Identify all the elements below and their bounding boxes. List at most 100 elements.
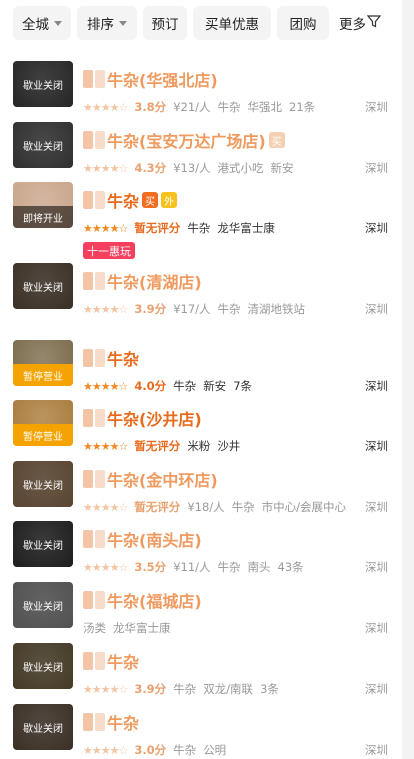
filter-chip-label: 排序 bbox=[87, 17, 114, 33]
list-item[interactable]: 歇业关闭 牛杂(华强北店) ★★★★☆ 3.8分 ¥21/人 牛杂 华强北 21条 深圳 bbox=[0, 61, 402, 121]
scrollbar[interactable] bbox=[402, 0, 414, 759]
blurred-name bbox=[83, 713, 93, 731]
price: ¥21/人 bbox=[173, 100, 211, 114]
store-thumbnail: 暂停营业 bbox=[13, 340, 73, 386]
chevron-down-icon bbox=[119, 20, 127, 26]
area: 华强北 bbox=[247, 100, 283, 114]
more-filters-label: 更多 bbox=[339, 17, 366, 33]
status-badge: 暂停营业 bbox=[13, 364, 73, 386]
area: 龙华富士康 bbox=[217, 221, 275, 235]
status-badge: 即将开业 bbox=[13, 206, 73, 228]
category: 牛杂 bbox=[173, 743, 197, 757]
blurred-name bbox=[95, 349, 105, 367]
list-item[interactable]: 歇业关闭 牛杂(福城店) 汤类 龙华富士康 深圳 bbox=[0, 582, 402, 642]
store-name: 牛杂(金中环店) bbox=[83, 467, 218, 491]
list-item[interactable]: 即将开业 牛杂买外 ★★★★☆ 暂无评分 牛杂 龙华富士康 深圳 十一惠玩 bbox=[0, 182, 402, 259]
status-badge: 歇业关闭 bbox=[13, 704, 73, 750]
store-name-text: 牛杂(华强北店) bbox=[107, 71, 218, 90]
blurred-name bbox=[95, 530, 105, 548]
review-count: 3条 bbox=[260, 682, 279, 696]
store-thumbnail: 歇业关闭 bbox=[13, 521, 73, 567]
store-meta: ★★★★☆ 3.0分 牛杂 公明 bbox=[83, 742, 226, 758]
status-badge: 歇业关闭 bbox=[13, 521, 73, 567]
filter-chip[interactable]: 排序 bbox=[77, 6, 137, 40]
list-item[interactable]: 暂停营业 牛杂 ★★★★☆ 4.0分 牛杂 新安 7条 深圳 bbox=[0, 340, 402, 400]
promo-badge[interactable]: 十一惠玩 bbox=[83, 242, 135, 259]
blurred-name bbox=[95, 409, 105, 427]
filter-chip[interactable]: 团购 bbox=[277, 6, 329, 40]
more-filters-button[interactable]: 更多 bbox=[339, 13, 382, 33]
store-name: 牛杂(沙井店) bbox=[83, 406, 202, 430]
list-item[interactable]: 歇业关闭 牛杂 ★★★★☆ 3.0分 牛杂 公明 深圳 bbox=[0, 704, 402, 759]
list-item[interactable]: 歇业关闭 牛杂(金中环店) ★★★★☆ 暂无评分 ¥18/人 牛杂 市中心/会展中心 深圳 bbox=[0, 461, 402, 521]
store-tag: 买 bbox=[142, 192, 159, 208]
status-badge: 暂停营业 bbox=[13, 424, 73, 446]
rating-score: 3.0分 bbox=[134, 743, 167, 757]
status-badge: 歇业关闭 bbox=[13, 122, 73, 168]
list-item[interactable]: 歇业关闭 牛杂 ★★★★☆ 3.9分 牛杂 双龙/南联 3条 深圳 bbox=[0, 643, 402, 703]
list-item[interactable]: 歇业关闭 牛杂(南头店) ★★★★☆ 3.5分 ¥11/人 牛杂 南头 43条 深圳 bbox=[0, 521, 402, 581]
rating-score: 4.0分 bbox=[134, 379, 167, 393]
rating-stars: ★★★★☆ bbox=[83, 682, 128, 696]
area: 清湖地铁站 bbox=[247, 302, 306, 316]
store-thumbnail: 歇业关闭 bbox=[13, 461, 73, 507]
store-name-text: 牛杂 bbox=[107, 350, 140, 369]
category: 牛杂 bbox=[231, 500, 255, 514]
filter-chip[interactable]: 预订 bbox=[143, 6, 187, 40]
rating-score: 4.3分 bbox=[134, 161, 167, 175]
store-meta: ★★★★☆ 3.5分 ¥11/人 牛杂 南头 43条 bbox=[83, 559, 304, 575]
store-thumbnail: 暂停营业 bbox=[13, 400, 73, 446]
rating-score: 暂无评分 bbox=[134, 500, 181, 514]
list-item[interactable]: 歇业关闭 牛杂(清湖店) ★★★★☆ 3.9分 ¥17/人 牛杂 清湖地铁站 深圳 bbox=[0, 263, 402, 323]
category: 牛杂 bbox=[173, 682, 197, 696]
blurred-name bbox=[83, 409, 93, 427]
store-thumbnail: 歇业关闭 bbox=[13, 582, 73, 628]
store-meta: ★★★★☆ 4.3分 ¥13/人 港式小吃 新安 bbox=[83, 160, 294, 176]
filter-icon bbox=[366, 14, 382, 32]
review-count: 21条 bbox=[289, 100, 316, 114]
area: 公明 bbox=[203, 743, 227, 757]
rating-score: 暂无评分 bbox=[134, 439, 181, 453]
store-meta: 汤类 龙华富士康 bbox=[83, 620, 171, 636]
store-name-text: 牛杂(清湖店) bbox=[107, 273, 202, 292]
list-item[interactable]: 歇业关闭 牛杂(宝安万达广场店) 买 ★★★★☆ 4.3分 ¥13/人 港式小吃 新安 深圳 bbox=[0, 122, 402, 182]
list-item[interactable]: 暂停营业 牛杂(沙井店) ★★★★☆ 暂无评分 米粉 沙井 深圳 bbox=[0, 400, 402, 460]
store-tag: 买 bbox=[268, 132, 285, 148]
status-badge: 歇业关闭 bbox=[13, 61, 73, 107]
blurred-name bbox=[83, 349, 93, 367]
rating-stars: ★★★★☆ bbox=[83, 743, 128, 757]
category: 牛杂 bbox=[187, 221, 211, 235]
blurred-name bbox=[83, 591, 93, 609]
store-meta: ★★★★☆ 3.9分 ¥17/人 牛杂 清湖地铁站 bbox=[83, 301, 305, 317]
city-label: 深圳 bbox=[365, 500, 388, 514]
price: ¥11/人 bbox=[173, 560, 211, 574]
rating-stars: ★★★★☆ bbox=[83, 500, 128, 514]
area: 南头 bbox=[247, 560, 271, 574]
review-count: 43条 bbox=[277, 560, 304, 574]
area: 双龙/南联 bbox=[203, 682, 254, 696]
blurred-name bbox=[83, 272, 93, 290]
store-name-text: 牛杂(宝安万达广场店) bbox=[107, 132, 266, 151]
category: 米粉 bbox=[187, 439, 211, 453]
blurred-name bbox=[95, 131, 105, 149]
review-count: 7条 bbox=[233, 379, 253, 393]
blurred-name bbox=[95, 591, 105, 609]
city-label: 深圳 bbox=[365, 560, 388, 574]
blurred-name bbox=[83, 191, 93, 209]
price: ¥18/人 bbox=[187, 500, 225, 514]
rating-stars: ★★★★☆ bbox=[83, 100, 128, 114]
store-tag: 外 bbox=[161, 192, 178, 208]
blurred-name bbox=[95, 713, 105, 731]
rating-score: 暂无评分 bbox=[134, 221, 181, 235]
filter-chip[interactable]: 买单优惠 bbox=[193, 6, 271, 40]
store-name: 牛杂(南头店) bbox=[83, 527, 202, 551]
price: ¥13/人 bbox=[173, 161, 211, 175]
chevron-down-icon bbox=[54, 20, 62, 26]
category: 牛杂 bbox=[217, 302, 241, 316]
filter-chip[interactable]: 全城 bbox=[13, 6, 71, 40]
store-name-text: 牛杂 bbox=[107, 192, 140, 211]
blurred-name bbox=[95, 652, 105, 670]
category: 港式小吃 bbox=[217, 161, 264, 175]
store-name: 牛杂(清湖店) bbox=[83, 269, 202, 293]
status-badge: 歇业关闭 bbox=[13, 582, 73, 628]
